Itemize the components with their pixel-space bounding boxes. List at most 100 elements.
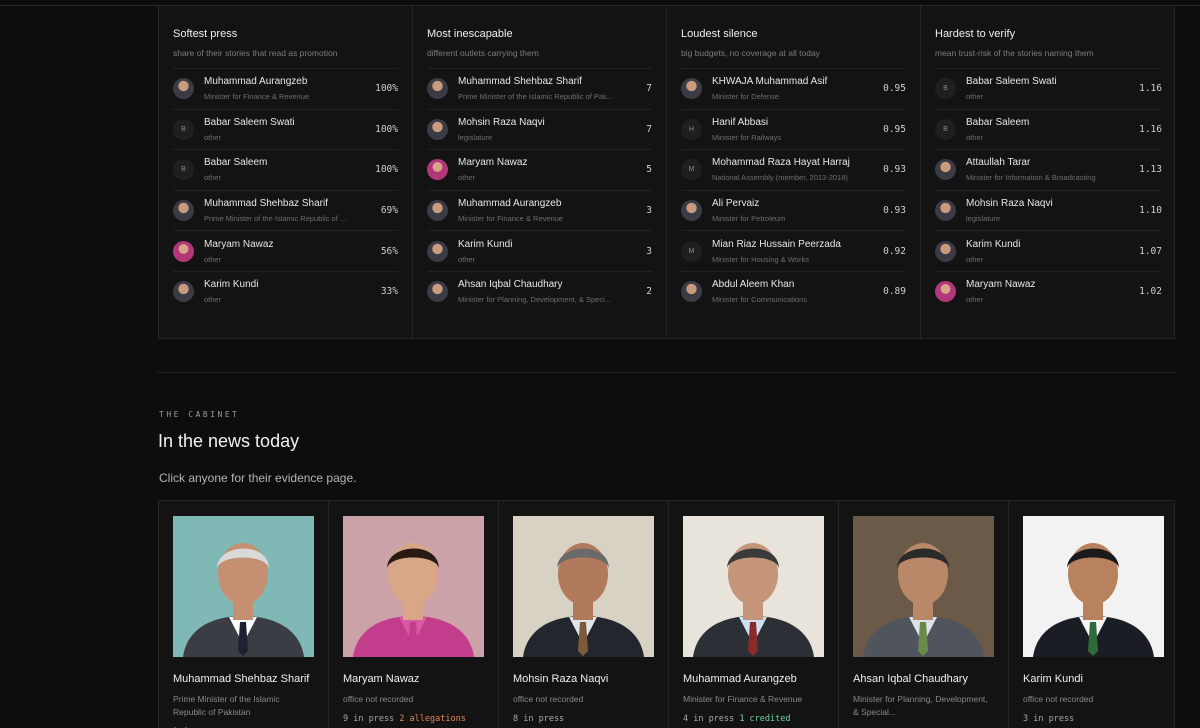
cabinet-card[interactable]: Ahsan Iqbal Chaudhary Minister for Plann…: [839, 501, 1009, 728]
leaderboard-row[interactable]: Ahsan Iqbal Chaudhary Minister for Plann…: [427, 270, 652, 312]
metric-value: 0.93: [883, 164, 906, 176]
person-name: Karim Kundi: [458, 238, 513, 250]
person-info: Karim Kundi other: [204, 279, 373, 304]
leaderboard-row[interactable]: Abdul Aleem Khan Minister for Communicat…: [681, 270, 906, 312]
metric-value: 69%: [380, 205, 398, 217]
leaderboard-row[interactable]: B Babar Saleem other 100%: [173, 149, 398, 190]
person-role: other: [204, 295, 222, 305]
evidence-badge: 2 allegations: [399, 714, 466, 724]
leaderboard-row[interactable]: Muhammad Shehbaz Sharif Prime Minister o…: [173, 189, 398, 231]
card-role: Prime Minister of the Islamic Republic o…: [173, 694, 280, 717]
metric-value: 1.10: [1139, 205, 1162, 217]
leaderboard-rows: KHWAJA Muhammad Asif Minister for Defens…: [681, 68, 906, 312]
cabinet-card[interactable]: Muhammad Aurangzeb Minister for Finance …: [669, 501, 839, 728]
metric-value: 0.89: [883, 286, 906, 298]
press-count: 4 in press: [683, 714, 735, 724]
leaderboard-row[interactable]: B Babar Saleem other 1.16: [935, 108, 1162, 150]
portrait-photo: [853, 516, 994, 657]
cabinet-card[interactable]: Karim Kundi office not recorded 3 in pre…: [1009, 501, 1178, 728]
card-name: Muhammad Aurangzeb: [683, 673, 797, 685]
leaderboard-row[interactable]: Mohsin Raza Naqvi legislature 1.10: [935, 189, 1162, 231]
person-role: Minister for Finance & Revenue: [458, 214, 564, 224]
person-role: Minister for Finance & Revenue: [204, 92, 310, 102]
cabinet-card[interactable]: Muhammad Shehbaz Sharif Prime Minister o…: [159, 501, 329, 728]
metric-value: 0.95: [883, 123, 906, 135]
person-info: Attaullah Tarar Minister for Information…: [966, 157, 1131, 182]
person-name: Babar Saleem Swati: [204, 116, 295, 128]
metric-value: 2: [646, 286, 652, 298]
person-info: Mian Riaz Hussain Peerzada Minister for …: [712, 239, 875, 264]
person-role: other: [458, 254, 476, 264]
leaderboard-row[interactable]: Karim Kundi other 33%: [173, 270, 398, 312]
leaderboard-row[interactable]: Mohsin Raza Naqvi legislature 7: [427, 108, 652, 150]
metric-value: 1.13: [1139, 164, 1162, 176]
person-role: Minister for Petroleum: [712, 214, 786, 224]
person-info: Babar Saleem Swati other: [204, 117, 367, 142]
metric-value: 1.02: [1139, 286, 1162, 298]
leaderboard-row[interactable]: Maryam Nawaz other 5: [427, 149, 652, 190]
leaderboard-row[interactable]: Karim Kundi other 3: [427, 230, 652, 271]
leaderboard: Most inescapable different outlets carry…: [413, 6, 667, 338]
person-role: Minister for Defense: [712, 92, 780, 102]
person-name: Muhammad Shehbaz Sharif: [204, 198, 328, 210]
leaderboard-row[interactable]: Karim Kundi other 1.07: [935, 230, 1162, 271]
leaderboard-row[interactable]: Muhammad Aurangzeb Minister for Finance …: [173, 68, 398, 109]
leaderboard-row[interactable]: Ali Pervaiz Minister for Petroleum 0.93: [681, 189, 906, 231]
leaderboard-row[interactable]: M Mian Riaz Hussain Peerzada Minister fo…: [681, 230, 906, 271]
cabinet-card[interactable]: Mohsin Raza Naqvi office not recorded 8 …: [499, 501, 669, 728]
leaderboard-row[interactable]: Muhammad Aurangzeb Minister for Finance …: [427, 189, 652, 231]
cabinet-cards: Muhammad Shehbaz Sharif Prime Minister o…: [158, 500, 1175, 728]
avatar: [681, 200, 702, 222]
card-stats: 3 in press: [1023, 714, 1164, 724]
avatar: [427, 281, 448, 303]
leaderboard-row[interactable]: Maryam Nawaz other 56%: [173, 230, 398, 271]
metric-value: 100%: [375, 83, 398, 95]
person-role: National Assembly (member, 2013-2018): [712, 173, 848, 183]
avatar: [427, 78, 448, 100]
leaderboard: Hardest to verify mean trust-risk of the…: [921, 6, 1176, 338]
press-count: 8 in press: [513, 714, 565, 724]
metric-value: 1.07: [1139, 245, 1162, 257]
person-name: Ali Pervaiz: [712, 198, 760, 210]
person-role: other: [204, 173, 222, 183]
person-role: legislature: [458, 132, 493, 142]
section-title: In the news today: [158, 431, 300, 451]
leaderboard-row[interactable]: M Mohammad Raza Hayat Harraj National As…: [681, 149, 906, 190]
avatar: B: [173, 118, 194, 140]
metric-value: 33%: [380, 286, 398, 298]
person-info: Maryam Nawaz other: [204, 239, 373, 264]
leaderboard-row[interactable]: Attaullah Tarar Minister for Information…: [935, 149, 1162, 190]
leaderboard-row[interactable]: Maryam Nawaz other 1.02: [935, 270, 1162, 312]
leaderboard-row[interactable]: B Babar Saleem Swati other 100%: [173, 108, 398, 150]
person-name: Ahsan Iqbal Chaudhary: [458, 279, 563, 291]
person-name: Mohsin Raza Naqvi: [458, 116, 545, 128]
avatar: H: [681, 118, 702, 140]
metric-value: 100%: [375, 164, 398, 176]
avatar: M: [681, 240, 702, 262]
card-role: Minister for Planning, Development, & Sp…: [853, 694, 988, 717]
person-name: Mian Riaz Hussain Peerzada: [712, 238, 841, 250]
leaderboard-row[interactable]: B Babar Saleem Swati other 1.16: [935, 68, 1162, 109]
avatar: [173, 281, 194, 303]
person-info: Karim Kundi other: [966, 239, 1131, 264]
leaderboard-row[interactable]: Muhammad Shehbaz Sharif Prime Minister o…: [427, 68, 652, 109]
leaderboard-row[interactable]: KHWAJA Muhammad Asif Minister for Defens…: [681, 68, 906, 109]
person-info: Babar Saleem other: [966, 117, 1131, 142]
metric-value: 100%: [375, 123, 398, 135]
cabinet-card[interactable]: Maryam Nawaz office not recorded 9 in pr…: [329, 501, 499, 728]
person-info: Babar Saleem other: [204, 157, 367, 182]
leaderboard-subtitle: share of their stories that read as prom…: [173, 48, 338, 58]
card-name: Mohsin Raza Naqvi: [513, 673, 609, 685]
card-stats: 9 in press 2 allegations: [343, 714, 484, 724]
person-name: Karim Kundi: [204, 279, 259, 291]
evidence-badge: 1 credited: [739, 714, 791, 724]
person-role: other: [204, 254, 222, 264]
person-role: Minister for Housing & Works: [712, 254, 809, 264]
card-name: Maryam Nawaz: [343, 673, 420, 685]
person-role: other: [458, 173, 476, 183]
avatar: [173, 200, 194, 222]
leaderboard-row[interactable]: H Hanif Abbasi Minister for Railways 0.9…: [681, 108, 906, 150]
person-role: other: [966, 254, 984, 264]
card-name: Ahsan Iqbal Chaudhary: [853, 673, 968, 685]
card-role: office not recorded: [1023, 694, 1094, 704]
